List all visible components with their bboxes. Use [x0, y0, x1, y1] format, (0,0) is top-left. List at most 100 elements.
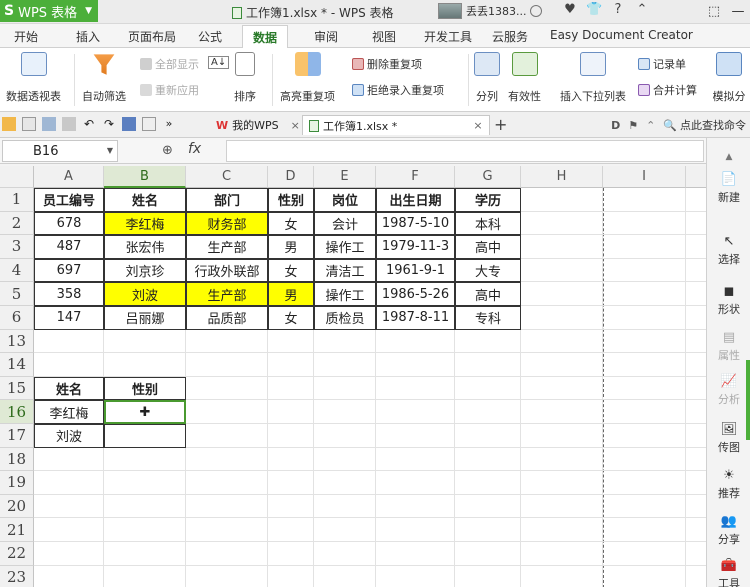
select-all-corner[interactable] — [0, 166, 34, 188]
table-cell[interactable]: 487 — [34, 235, 104, 259]
row-header-2[interactable]: 2 — [0, 211, 34, 236]
grid-cell[interactable] — [521, 258, 603, 283]
grid-cell[interactable] — [186, 329, 268, 354]
shirt-icon[interactable]: 👕 — [586, 2, 602, 17]
table-cell[interactable]: 刘京珍 — [104, 258, 186, 283]
grid-cell[interactable] — [603, 400, 686, 424]
table-cell[interactable]: 行政外联部 — [186, 258, 268, 283]
grid-cell[interactable] — [455, 376, 521, 401]
grid-cell[interactable] — [268, 400, 314, 424]
grid-cell[interactable] — [603, 542, 686, 566]
grid-cell[interactable] — [686, 188, 706, 212]
grid-cell[interactable] — [686, 471, 706, 495]
lookup-header-cell[interactable]: 性别 — [104, 376, 186, 401]
tab-review[interactable]: 审阅 — [314, 28, 338, 45]
open-folder-icon[interactable] — [2, 117, 16, 131]
table-cell[interactable]: 会计 — [314, 211, 376, 236]
table-cell[interactable]: 1961-9-1 — [376, 258, 455, 283]
grid-cell[interactable] — [603, 329, 686, 354]
grid-cell[interactable] — [603, 471, 686, 495]
grid-cell[interactable] — [104, 353, 186, 377]
grid-cell[interactable] — [376, 447, 455, 472]
table-cell[interactable]: 女 — [268, 258, 314, 283]
table-cell[interactable]: 358 — [34, 282, 104, 306]
column-header-a[interactable]: A — [34, 166, 104, 188]
what-if-analysis-button[interactable]: 模拟分 — [708, 52, 750, 104]
grid-cell[interactable] — [104, 518, 186, 542]
grid-cell[interactable] — [268, 447, 314, 472]
column-header-e[interactable]: E — [314, 166, 376, 188]
table-cell[interactable]: 张宏伟 — [104, 235, 186, 259]
grid-cell[interactable] — [34, 329, 104, 354]
grid-cell[interactable] — [186, 447, 268, 472]
grid-cell[interactable] — [34, 353, 104, 377]
row-header-5[interactable]: 5 — [0, 282, 34, 306]
grid-cell[interactable] — [268, 518, 314, 542]
grid-cell[interactable] — [376, 494, 455, 519]
grid-cell[interactable] — [603, 518, 686, 542]
table-cell[interactable]: 高中 — [455, 282, 521, 306]
grid-cell[interactable] — [314, 424, 376, 448]
table-cell[interactable]: 1986-5-26 — [376, 282, 455, 306]
grid-cell[interactable] — [521, 494, 603, 519]
grid-cell[interactable] — [521, 235, 603, 259]
grid-cell[interactable] — [455, 542, 521, 566]
grid-cell[interactable] — [686, 495, 706, 519]
grid-cell[interactable] — [686, 330, 706, 354]
tab-formulas[interactable]: 公式 — [198, 28, 222, 45]
grid-cell[interactable] — [186, 400, 268, 424]
task-pane-analysis[interactable]: 📈 分析 — [707, 374, 750, 407]
grid-cell[interactable] — [314, 353, 376, 377]
column-header-b[interactable]: B — [104, 166, 186, 188]
column-header-h[interactable]: H — [521, 166, 603, 188]
grid-cell[interactable] — [521, 211, 603, 236]
grid-cell[interactable] — [268, 376, 314, 401]
grid-cell[interactable] — [34, 542, 104, 566]
grid-cell[interactable] — [686, 259, 706, 283]
grid-cell[interactable] — [686, 518, 706, 542]
lookup-cell[interactable]: 李红梅 — [34, 400, 104, 424]
show-all-button[interactable]: 全部显示 — [140, 56, 199, 72]
grid-cell[interactable] — [521, 282, 603, 306]
tab-my-wps[interactable]: W 我的WPS × — [210, 115, 306, 135]
grid-cell[interactable] — [376, 424, 455, 448]
table-cell[interactable]: 1987-8-11 — [376, 306, 455, 330]
grid-cell[interactable] — [603, 235, 686, 259]
table-cell[interactable]: 1979-11-3 — [376, 235, 455, 259]
help-icon[interactable]: ? — [610, 2, 626, 17]
minimize-icon[interactable]: — — [726, 0, 750, 22]
grid-cell[interactable] — [186, 494, 268, 519]
grid-cell[interactable] — [603, 424, 686, 448]
grid-cell[interactable] — [186, 518, 268, 542]
table-cell[interactable]: 李红梅 — [104, 211, 186, 236]
highlight-duplicates-button[interactable]: 高亮重复项 — [280, 52, 335, 104]
grid-cell[interactable] — [314, 565, 376, 587]
close-icon[interactable]: × — [291, 119, 300, 132]
grid-cell[interactable] — [268, 424, 314, 448]
row-header-17[interactable]: 17 — [0, 424, 34, 448]
table-cell[interactable]: 操作工 — [314, 282, 376, 306]
grid-cell[interactable] — [314, 518, 376, 542]
grid-cell[interactable] — [686, 424, 706, 448]
grid-cell[interactable] — [455, 353, 521, 377]
table-cell[interactable]: 女 — [268, 211, 314, 236]
more-commands-icon[interactable]: » — [162, 117, 176, 131]
grid-cell[interactable] — [603, 258, 686, 283]
tab-cloud[interactable]: 云服务 — [492, 28, 528, 45]
chevron-down-icon[interactable]: ▼ — [107, 146, 113, 155]
table-cell[interactable]: 操作工 — [314, 235, 376, 259]
new-document-icon[interactable] — [22, 117, 36, 131]
sort-az-buttons[interactable]: A↓ — [208, 56, 230, 69]
grid-cell[interactable] — [314, 542, 376, 566]
tab-data[interactable]: 数据 — [242, 25, 289, 49]
grid-cell[interactable] — [314, 494, 376, 519]
table-header-cell[interactable]: 员工编号 — [34, 188, 104, 212]
grid-cell[interactable] — [686, 235, 706, 259]
grid-cell[interactable] — [268, 353, 314, 377]
table-header-cell[interactable]: 学历 — [455, 188, 521, 212]
grid-cell[interactable] — [104, 329, 186, 354]
command-search-box[interactable]: 🔍 点此查找命令 — [663, 117, 746, 133]
formula-input[interactable] — [226, 140, 704, 162]
name-box[interactable]: B16 ▼ — [2, 140, 118, 162]
restore-icon[interactable]: ⬚ — [702, 0, 726, 22]
